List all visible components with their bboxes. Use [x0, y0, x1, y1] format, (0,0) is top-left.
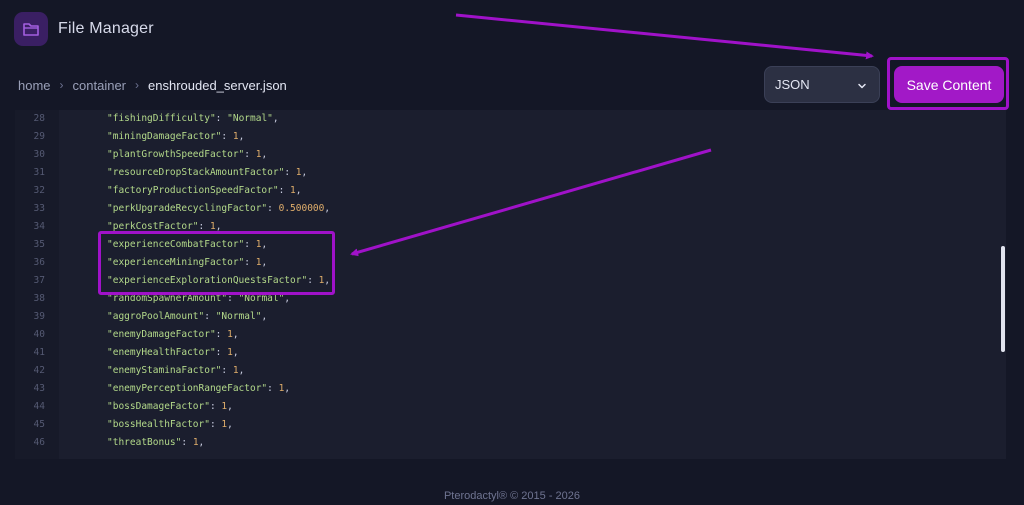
code-text: "threatBonus": 1, — [107, 437, 205, 448]
code-line[interactable]: 40 "enemyDamageFactor": 1, — [15, 326, 995, 344]
chevron-down-icon — [857, 79, 867, 94]
json-key: "enemyStaminaFactor" — [107, 365, 222, 376]
code-text: "perkCostFactor": 1, — [107, 221, 222, 232]
code-line[interactable]: 46 "threatBonus": 1, — [15, 434, 995, 452]
line-number: 44 — [33, 401, 45, 412]
code-text: "resourceDropStackAmountFactor": 1, — [107, 167, 308, 178]
line-number: 35 — [33, 239, 45, 250]
line-number: 32 — [33, 185, 45, 196]
json-value: "Normal" — [238, 293, 285, 304]
line-number: 31 — [33, 167, 45, 178]
code-line[interactable]: 29 "miningDamageFactor": 1, — [15, 128, 995, 146]
code-text: "fishingDifficulty": "Normal", — [107, 113, 279, 124]
json-value: "Normal" — [215, 311, 262, 322]
breadcrumb-current-file: enshrouded_server.json — [148, 77, 287, 93]
line-number: 30 — [33, 149, 45, 160]
json-key: "enemyHealthFactor" — [107, 347, 216, 358]
json-key: "enemyPerceptionRangeFactor" — [107, 383, 268, 394]
json-key: "aggroPoolAmount" — [107, 311, 205, 322]
code-text: "bossHealthFactor": 1, — [107, 419, 233, 430]
chevron-right-icon: › — [59, 78, 64, 92]
breadcrumb: home › container › enshrouded_server.jso… — [18, 76, 287, 94]
code-line[interactable]: 41 "enemyHealthFactor": 1, — [15, 344, 995, 362]
code-text: "enemyStaminaFactor": 1, — [107, 365, 245, 376]
line-number: 39 — [33, 311, 45, 322]
json-key: "perkUpgradeRecyclingFactor" — [107, 203, 268, 214]
code-text: "experienceCombatFactor": 1, — [107, 239, 268, 250]
code-line[interactable]: 43 "enemyPerceptionRangeFactor": 1, — [15, 380, 995, 398]
line-number: 37 — [33, 275, 45, 286]
json-key: "plantGrowthSpeedFactor" — [107, 149, 245, 160]
code-line[interactable]: 33 "perkUpgradeRecyclingFactor": 0.500000… — [15, 200, 995, 218]
json-key: "experienceExplorationQuestsFactor" — [107, 275, 308, 286]
line-number: 36 — [33, 257, 45, 268]
code-text: "plantGrowthSpeedFactor": 1, — [107, 149, 268, 160]
code-text: "enemyPerceptionRangeFactor": 1, — [107, 383, 291, 394]
code-line[interactable]: 32 "factoryProductionSpeedFactor": 1, — [15, 182, 995, 200]
code-text: "aggroPoolAmount": "Normal", — [107, 311, 268, 322]
code-text: "factoryProductionSpeedFactor": 1, — [107, 185, 302, 196]
json-key: "bossHealthFactor" — [107, 419, 210, 430]
line-number: 33 — [33, 203, 45, 214]
code-text: "bossDamageFactor": 1, — [107, 401, 233, 412]
code-text: "experienceExplorationQuestsFactor": 1, — [107, 275, 331, 286]
code-line[interactable]: 36 "experienceMiningFactor": 1, — [15, 254, 995, 272]
json-key: "threatBonus" — [107, 437, 182, 448]
breadcrumb-home[interactable]: home — [18, 78, 51, 93]
line-number: 45 — [33, 419, 45, 430]
code-line[interactable]: 45 "bossHealthFactor": 1, — [15, 416, 995, 434]
line-number: 42 — [33, 365, 45, 376]
mode-select[interactable]: JSON — [764, 66, 880, 103]
json-key: "enemyDamageFactor" — [107, 329, 216, 340]
json-key: "randomSpawnerAmount" — [107, 293, 228, 304]
code-line[interactable]: 38 "randomSpawnerAmount": "Normal", — [15, 290, 995, 308]
code-text: "experienceMiningFactor": 1, — [107, 257, 268, 268]
line-number: 40 — [33, 329, 45, 340]
code-line[interactable]: 34 "perkCostFactor": 1, — [15, 218, 995, 236]
json-key: "bossDamageFactor" — [107, 401, 210, 412]
json-key: "perkCostFactor" — [107, 221, 199, 232]
code-line[interactable]: 30 "plantGrowthSpeedFactor": 1, — [15, 146, 995, 164]
chevron-right-icon: › — [135, 78, 140, 92]
code-line[interactable]: 39 "aggroPoolAmount": "Normal", — [15, 308, 995, 326]
mode-select-value: JSON — [775, 77, 810, 92]
json-key: "fishingDifficulty" — [107, 113, 216, 124]
code-line[interactable]: 42 "enemyStaminaFactor": 1, — [15, 362, 995, 380]
code-line[interactable]: 44 "bossDamageFactor": 1, — [15, 398, 995, 416]
line-number: 28 — [33, 113, 45, 124]
line-number: 29 — [33, 131, 45, 142]
code-text: "perkUpgradeRecyclingFactor": 0.500000, — [107, 203, 331, 214]
code-editor[interactable]: 28 "fishingDifficulty": "Normal", 29 "minin… — [15, 110, 1006, 459]
code-line[interactable]: 31 "resourceDropStackAmountFactor": 1, — [15, 164, 995, 182]
code-text: "enemyDamageFactor": 1, — [107, 329, 239, 340]
json-key: "experienceCombatFactor" — [107, 239, 245, 250]
line-number: 46 — [33, 437, 45, 448]
code-text: "enemyHealthFactor": 1, — [107, 347, 239, 358]
json-value: "Normal" — [227, 113, 273, 124]
editor-scrollbar[interactable] — [1001, 246, 1005, 352]
json-key: "miningDamageFactor" — [107, 131, 222, 142]
code-text: "miningDamageFactor": 1, — [107, 131, 245, 142]
json-key: "resourceDropStackAmountFactor" — [107, 167, 285, 178]
save-content-button[interactable]: Save Content — [894, 66, 1004, 103]
app-title: File Manager — [58, 20, 154, 37]
line-number: 34 — [33, 221, 45, 232]
code-line[interactable]: 37 "experienceExplorationQuestsFactor": 1… — [15, 272, 995, 290]
breadcrumb-container[interactable]: container — [73, 78, 126, 93]
line-number: 38 — [33, 293, 45, 304]
line-number: 41 — [33, 347, 45, 358]
json-value: 0.500000 — [278, 203, 325, 214]
footer-copyright: Pterodactyl® © 2015 - 2026 — [443, 490, 581, 502]
code-line[interactable]: 35 "experienceCombatFactor": 1, — [15, 236, 995, 254]
code-text: "randomSpawnerAmount": "Normal", — [107, 293, 291, 304]
json-key: "factoryProductionSpeedFactor" — [107, 185, 279, 196]
json-key: "experienceMiningFactor" — [107, 257, 245, 268]
line-number: 43 — [33, 383, 45, 394]
folder-icon[interactable] — [14, 12, 48, 46]
code-line[interactable]: 28 "fishingDifficulty": "Normal", — [15, 110, 995, 128]
top-bar: File Manager — [0, 0, 1024, 60]
